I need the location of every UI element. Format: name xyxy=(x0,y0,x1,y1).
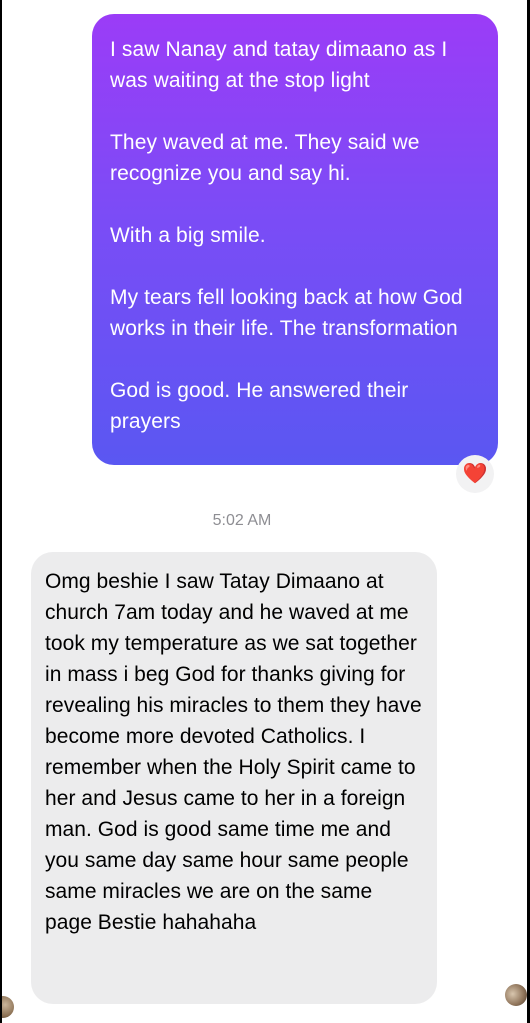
message-paragraph: With a big smile. xyxy=(110,224,266,247)
incoming-message-bubble[interactable]: Omg beshie I saw Tatay Dimaano at church… xyxy=(31,552,437,1004)
chat-screen: I saw Nanay and tatay dimaano as I was w… xyxy=(0,0,530,1023)
message-paragraph: My tears fell looking back at how God wo… xyxy=(110,286,463,340)
message-timestamp: 5:02 AM xyxy=(212,512,272,529)
heart-icon: ❤️ xyxy=(462,463,488,485)
message-paragraph: God is good. He answered their prayers xyxy=(110,379,409,433)
message-paragraph: They waved at me. They said we recognize… xyxy=(110,131,420,185)
message-paragraph: I saw Nanay and tatay dimaano as I was w… xyxy=(110,38,448,92)
outgoing-message-bubble[interactable]: I saw Nanay and tatay dimaano as I was w… xyxy=(92,14,498,465)
sender-avatar[interactable] xyxy=(0,996,14,1018)
read-receipt-avatar xyxy=(505,984,527,1006)
incoming-message-text: Omg beshie I saw Tatay Dimaano at church… xyxy=(45,570,422,934)
screen-edge-left xyxy=(0,0,2,1023)
heart-reaction[interactable]: ❤️ xyxy=(456,455,494,493)
